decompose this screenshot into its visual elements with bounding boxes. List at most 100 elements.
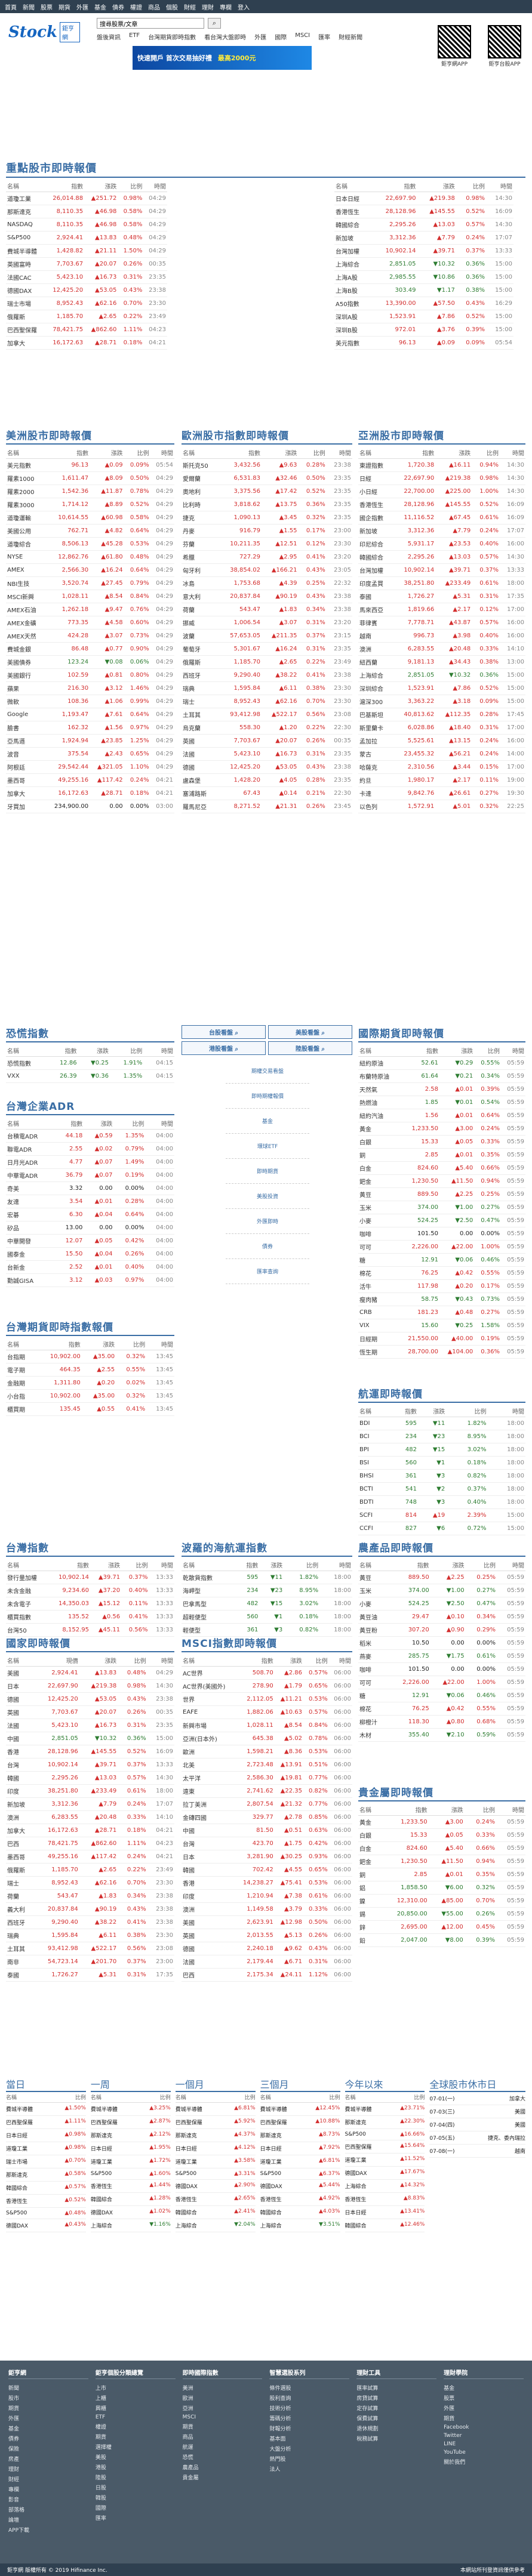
quote-name[interactable]: 約旦 bbox=[358, 773, 393, 787]
quote-name[interactable]: 盧森堡 bbox=[182, 773, 219, 787]
table-row[interactable]: 澳洲 6,283.55 ▲20.48 0.33% 14:10 bbox=[358, 642, 525, 656]
quote-name[interactable]: 荷蘭 bbox=[6, 1889, 34, 1903]
table-row[interactable]: 布蘭特原油 61.64 ▼0.21 0.34% 05:59 bbox=[358, 1069, 525, 1083]
table-row[interactable]: 拉丁美洲 2,807.54 ▲21.32 0.77% 06:00 bbox=[182, 1797, 352, 1811]
quote-name[interactable]: 矽品 bbox=[6, 1221, 56, 1235]
table-row[interactable]: 美國 2,924.41 ▲13.83 0.48% 04:29 bbox=[6, 1666, 174, 1680]
quote-name[interactable]: VXX bbox=[6, 1069, 48, 1083]
list-item[interactable]: 上海綜合 ▼2.04% bbox=[175, 2219, 256, 2232]
quote-name[interactable]: 德國 bbox=[182, 760, 219, 774]
table-row[interactable]: 日經 22,697.90 ▲219.38 0.98% 14:30 bbox=[358, 471, 525, 485]
table-row[interactable]: 白金 824.60 ▲5.40 0.66% 05:59 bbox=[358, 1161, 525, 1175]
table-row[interactable]: 遠東 2,741.62 ▲22.35 0.82% 06:00 bbox=[182, 1784, 352, 1798]
footer-link[interactable]: 大盤分析 bbox=[269, 2444, 349, 2454]
quote-name[interactable]: 紐約汽油 bbox=[358, 1109, 399, 1122]
footer-link[interactable]: 韓股 bbox=[96, 2492, 176, 2503]
table-row[interactable]: 上海綜合 2,851.05 ▼10.32 0.36% 15:00 bbox=[358, 668, 525, 682]
quote-name[interactable]: 小麥 bbox=[358, 1597, 388, 1611]
table-row[interactable]: 宏碁 6.30 ▲0.04 0.64% 04:00 bbox=[6, 1208, 174, 1221]
quote-name[interactable]: 澳洲 bbox=[6, 1810, 34, 1824]
footer-link[interactable]: 美股 bbox=[96, 2452, 176, 2462]
quote-name[interactable]: 中華電ADR bbox=[6, 1168, 56, 1182]
quote-name[interactable]: 超輕便型 bbox=[182, 1610, 236, 1624]
quote-name[interactable]: 深圳綜合 bbox=[358, 681, 393, 695]
table-row[interactable]: 小日經 22,700.00 ▲225.00 1.00% 14:30 bbox=[358, 485, 525, 498]
footer-link[interactable]: 房產 bbox=[8, 2454, 88, 2464]
table-row[interactable]: 韓國 2,295.26 ▲13.03 0.57% 14:30 bbox=[6, 1771, 174, 1785]
table-row[interactable]: 亞洲(日本外) 645.38 ▲5.02 0.78% 06:00 bbox=[182, 1732, 352, 1745]
list-item[interactable]: 日本日經 ▲4.12% bbox=[175, 2142, 256, 2155]
quote-name[interactable]: 德國 bbox=[6, 1692, 34, 1706]
table-row[interactable]: 可可 2,226.00 ▲22.00 1.00% 05:59 bbox=[358, 1240, 525, 1254]
table-row[interactable]: 台指期 10,902.00 ▲35.00 0.32% 13:45 bbox=[6, 1350, 174, 1363]
quote-name[interactable]: 香港 bbox=[182, 1876, 236, 1890]
quote-name[interactable]: 台指期 bbox=[6, 1350, 35, 1363]
quote-name[interactable]: AC世界(美國外) bbox=[182, 1679, 236, 1693]
table-row[interactable]: 鈀金 1,230.50 ▲11.50 0.94% 05:59 bbox=[358, 1855, 525, 1868]
quote-name[interactable]: 韓國綜合 bbox=[334, 218, 371, 232]
table-row[interactable]: 燕麥 285.75 ▼1.75 0.61% 05:59 bbox=[358, 1649, 525, 1663]
top-nav-item[interactable]: 理財 bbox=[202, 2, 214, 11]
quote-name[interactable]: 世界 bbox=[182, 1692, 236, 1706]
table-row[interactable]: 盧森堡 1,428.20 ▲4.05 0.28% 23:35 bbox=[182, 773, 352, 787]
table-row[interactable]: 荷蘭 543.47 ▲1.83 0.34% 23:38 bbox=[182, 603, 352, 616]
top-nav-item[interactable]: 登入 bbox=[238, 2, 250, 11]
side-link[interactable]: 美股投資 bbox=[226, 1184, 309, 1209]
table-row[interactable]: 柳橙汁 118.30 ▲0.80 0.68% 05:59 bbox=[358, 1715, 525, 1729]
table-row[interactable]: 英國 7,703.67 ▲20.07 0.26% 00:35 bbox=[182, 734, 352, 748]
table-row[interactable]: 恐慌指數 12.86 ▼0.25 1.91% 04:15 bbox=[6, 1056, 174, 1070]
list-item[interactable]: 那斯達克 ▲22.30% bbox=[345, 2116, 425, 2129]
table-row[interactable]: 黃豆 889.50 ▲2.25 0.25% 05:59 bbox=[358, 1571, 525, 1584]
table-row[interactable]: 阿根廷 29,542.44 ▲321.05 1.10% 04:29 bbox=[6, 760, 174, 774]
quote-name[interactable]: 上海A股 bbox=[334, 270, 371, 284]
quote-name[interactable]: 阿根廷 bbox=[6, 760, 45, 774]
quote-name[interactable]: 英國富時 bbox=[6, 257, 45, 271]
list-item[interactable]: 日本日經 ▲0.98% bbox=[6, 2129, 86, 2142]
list-item[interactable]: 費城半導體 ▲12.45% bbox=[260, 2103, 340, 2116]
quote-name[interactable]: BPI bbox=[358, 1443, 390, 1457]
quote-name[interactable]: 東證指數 bbox=[358, 458, 393, 472]
quote-name[interactable]: 斯托克50 bbox=[182, 458, 219, 472]
table-row[interactable]: 俄羅斯 1,185.70 ▲2.65 0.22% 23:49 bbox=[182, 655, 352, 669]
quote-name[interactable]: 小日經 bbox=[358, 485, 393, 498]
table-row[interactable]: 美元指數 96.13 ▲0.09 0.09% 05:54 bbox=[334, 336, 513, 350]
quote-name[interactable]: 櫃買期 bbox=[6, 1402, 35, 1416]
quote-name[interactable]: 日本 bbox=[182, 1850, 236, 1864]
quote-name[interactable]: 白金 bbox=[358, 1841, 380, 1855]
table-row[interactable]: 斯里蘭卡 6,028.86 ▲18.40 0.31% 17:00 bbox=[358, 721, 525, 735]
list-item[interactable]: 費城半導體 ▲6.81% bbox=[175, 2103, 256, 2116]
quote-name[interactable]: 糖 bbox=[358, 1689, 388, 1702]
list-item[interactable]: 那斯達克 ▲2.12% bbox=[90, 2129, 171, 2142]
quote-name[interactable]: 小台指 bbox=[6, 1389, 35, 1403]
list-item[interactable]: 道瓊工業 ▲11.52% bbox=[345, 2154, 425, 2167]
quote-name[interactable]: 鎳 bbox=[358, 1894, 380, 1908]
table-row[interactable]: 櫃買期 135.45 ▲0.55 0.41% 13:45 bbox=[6, 1402, 174, 1416]
table-row[interactable]: 巴西 78,421.75 ▲862.60 1.11% 04:23 bbox=[6, 1837, 174, 1850]
quote-name[interactable]: 可可 bbox=[358, 1676, 388, 1689]
table-row[interactable]: 歐洲 1,598.21 ▲8.36 0.53% 06:00 bbox=[182, 1745, 352, 1759]
footer-link[interactable]: 理財 bbox=[8, 2464, 88, 2474]
quote-name[interactable]: 拉丁美洲 bbox=[182, 1797, 236, 1811]
quote-name[interactable]: 上海B股 bbox=[334, 283, 371, 297]
quote-name[interactable]: 哈薩克 bbox=[358, 760, 393, 774]
footer-link[interactable]: 股票 bbox=[444, 2393, 524, 2403]
quote-name[interactable]: NBI生技 bbox=[6, 576, 45, 590]
table-row[interactable]: 深圳A股 1,523.91 ▲7.86 0.52% 15:00 bbox=[334, 310, 513, 323]
table-row[interactable]: 巴拿馬型 482 ▼15 3.02% 18:00 bbox=[182, 1597, 352, 1611]
list-item[interactable]: 那斯達克 ▲8.73% bbox=[260, 2129, 340, 2142]
table-row[interactable]: 深圳綜合 1,523.91 ▲7.86 0.52% 15:00 bbox=[358, 681, 525, 695]
table-row[interactable]: 中國 2,851.05 ▼10.32 0.36% 15:00 bbox=[6, 1732, 174, 1745]
table-row[interactable]: 滬深300 3,363.22 ▲3.18 0.09% 15:00 bbox=[358, 695, 525, 708]
quote-name[interactable]: 法國CAC bbox=[6, 270, 45, 284]
footer-link[interactable]: 法人 bbox=[269, 2464, 349, 2474]
quote-name[interactable]: 法國 bbox=[182, 1955, 236, 1969]
table-row[interactable]: 義大利 20,837.84 ▲90.19 0.43% 23:38 bbox=[6, 1902, 174, 1916]
table-row[interactable]: 黃豆油 29.47 ▲0.10 0.34% 05:59 bbox=[358, 1610, 525, 1624]
quote-name[interactable]: 那斯達克 bbox=[6, 205, 45, 218]
table-row[interactable]: 超輕便型 560 ▼1 0.18% 18:00 bbox=[182, 1610, 352, 1624]
quote-name[interactable]: 中國 bbox=[182, 1824, 236, 1837]
top-nav-item[interactable]: 基金 bbox=[94, 2, 106, 11]
table-row[interactable]: 紐西蘭 9,181.13 ▲34.43 0.38% 13:00 bbox=[358, 655, 525, 669]
table-row[interactable]: 美國銀行 102.59 ▲0.81 0.80% 04:29 bbox=[6, 668, 174, 682]
footer-link[interactable]: 關於我們 bbox=[444, 2457, 524, 2467]
